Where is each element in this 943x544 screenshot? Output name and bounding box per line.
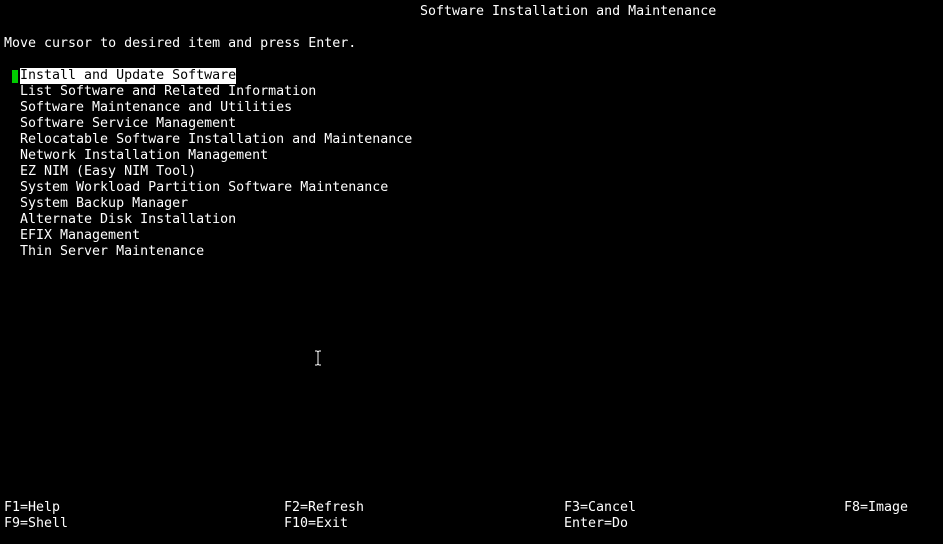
menu-item-list-software[interactable]: List Software and Related Information: [20, 84, 316, 100]
instruction-text: Move cursor to desired item and press En…: [4, 36, 357, 51]
menu-item-efix-management[interactable]: EFIX Management: [20, 228, 140, 244]
menu-item-wpar-software-maintenance[interactable]: System Workload Partition Software Maint…: [20, 180, 388, 196]
f3-cancel-key[interactable]: F3=Cancel: [564, 500, 636, 516]
f9-shell-key[interactable]: F9=Shell: [4, 516, 68, 532]
f8-image-key[interactable]: F8=Image: [844, 500, 908, 516]
f10-exit-key[interactable]: F10=Exit: [284, 516, 348, 532]
menu-item-software-service-management[interactable]: Software Service Management: [20, 116, 236, 132]
terminal-cursor: [12, 70, 18, 83]
menu-item-system-backup-manager[interactable]: System Backup Manager: [20, 196, 188, 212]
menu-item-thin-server-maintenance[interactable]: Thin Server Maintenance: [20, 244, 204, 260]
menu-item-network-installation-management[interactable]: Network Installation Management: [20, 148, 268, 164]
screen-title: Software Installation and Maintenance: [420, 4, 717, 19]
f1-help-key[interactable]: F1=Help: [4, 500, 60, 516]
text-ibeam-icon: [315, 350, 321, 366]
menu-item-software-maintenance-utilities[interactable]: Software Maintenance and Utilities: [20, 100, 292, 116]
menu-item-ez-nim[interactable]: EZ NIM (Easy NIM Tool): [20, 164, 196, 180]
f2-refresh-key[interactable]: F2=Refresh: [284, 500, 364, 516]
enter-do-key[interactable]: Enter=Do: [564, 516, 628, 532]
menu-item-relocatable-software[interactable]: Relocatable Software Installation and Ma…: [20, 132, 412, 148]
menu-item-alternate-disk-installation[interactable]: Alternate Disk Installation: [20, 212, 236, 228]
menu-item-install-update-software[interactable]: Install and Update Software: [20, 68, 237, 84]
